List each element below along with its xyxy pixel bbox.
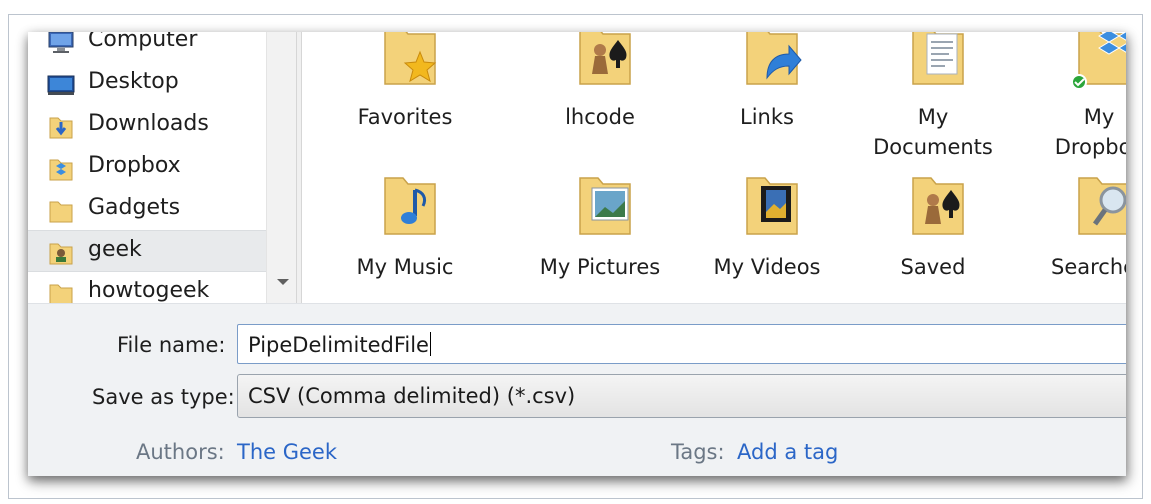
documents-folder-icon xyxy=(912,32,964,85)
save-panel: File name: PipeDelimitedFile Save as typ… xyxy=(28,303,1126,476)
links-folder-icon xyxy=(746,32,802,85)
saved-games-folder-icon xyxy=(912,177,964,235)
nav-item-label: Desktop xyxy=(88,69,179,94)
nav-item-howtogeek[interactable]: howtogeek xyxy=(28,272,266,303)
file-item-label-text: My Dropbox xyxy=(1054,105,1126,159)
scroll-down-arrow-icon[interactable] xyxy=(277,279,289,285)
nav-item-label: geek xyxy=(88,237,142,262)
file-view[interactable]: Favorites lhcode Links My Documents My D… xyxy=(302,32,1126,303)
nav-item-downloads[interactable]: Downloads xyxy=(28,105,266,147)
nav-item-label: howtogeek xyxy=(88,278,210,303)
user-folder-icon xyxy=(49,243,73,265)
file-name-input[interactable]: PipeDelimitedFile xyxy=(237,324,1126,364)
file-item-my-dropbox[interactable]: My Dropbox xyxy=(1024,32,1126,159)
file-name-label: File name: xyxy=(117,333,226,357)
file-item-label: Saved xyxy=(900,255,966,279)
file-item-links[interactable]: Links xyxy=(692,32,842,152)
file-name-value: PipeDelimitedFile xyxy=(248,332,431,357)
nav-item-label: Dropbox xyxy=(88,153,181,178)
file-item-label: My Music xyxy=(356,255,454,279)
downloads-folder-icon xyxy=(49,117,73,139)
file-item-label: Searches xyxy=(1050,255,1126,279)
save-as-dialog: Computer Desktop Downloads Dropbox Gadge… xyxy=(28,32,1126,476)
file-item-my-videos[interactable]: My Videos xyxy=(692,172,842,302)
nav-item-gadgets[interactable]: Gadgets xyxy=(28,189,266,231)
dropbox-folder-icon xyxy=(49,159,73,181)
text-caret xyxy=(429,332,431,356)
nav-item-label: Computer xyxy=(88,32,198,52)
dropbox-folder-icon xyxy=(1071,32,1126,90)
nav-item-label: Gadgets xyxy=(88,195,181,220)
file-item-label: My Dropbox xyxy=(1024,102,1126,162)
file-item-label: Favorites xyxy=(357,105,453,129)
file-item-my-music[interactable]: My Music xyxy=(330,172,480,302)
file-item-label: lhcode xyxy=(565,105,635,129)
pictures-folder-icon xyxy=(579,177,631,235)
computer-icon xyxy=(48,32,74,53)
authors-value-link[interactable]: The Geek xyxy=(237,440,337,464)
authors-label: Authors: xyxy=(136,440,225,464)
file-item-lhcode[interactable]: lhcode xyxy=(525,32,675,152)
videos-folder-icon xyxy=(746,177,798,235)
file-item-searches[interactable]: Searches xyxy=(1024,172,1126,302)
navigation-pane[interactable]: Computer Desktop Downloads Dropbox Gadge… xyxy=(28,32,296,303)
file-item-my-documents[interactable]: My Documents xyxy=(858,32,1008,159)
nav-item-computer[interactable]: Computer xyxy=(28,32,266,63)
file-item-label: Links xyxy=(740,105,794,129)
file-item-label: My Videos xyxy=(713,255,821,279)
saved-games-folder-icon xyxy=(579,32,631,85)
nav-item-geek[interactable]: geek xyxy=(28,230,266,272)
nav-item-desktop[interactable]: Desktop xyxy=(28,63,266,105)
folder-icon xyxy=(49,284,73,303)
favorites-folder-icon xyxy=(384,32,437,85)
nav-scrollbar[interactable] xyxy=(266,32,296,303)
file-name-text: PipeDelimitedFile xyxy=(248,333,429,357)
file-item-label: My Pictures xyxy=(539,255,661,279)
nav-item-dropbox[interactable]: Dropbox xyxy=(28,147,266,189)
add-tag-link[interactable]: Add a tag xyxy=(737,440,838,464)
tags-label: Tags: xyxy=(671,440,725,464)
save-as-type-value: CSV (Comma delimited) (*.csv) xyxy=(248,384,576,408)
save-as-type-label: Save as type: xyxy=(92,385,235,409)
file-item-label: My Documents xyxy=(858,102,1008,162)
save-as-type-select[interactable]: CSV (Comma delimited) (*.csv) xyxy=(237,374,1126,418)
file-item-saved[interactable]: Saved xyxy=(858,172,1008,302)
file-item-my-pictures[interactable]: My Pictures xyxy=(525,172,675,302)
searches-folder-icon xyxy=(1078,177,1126,235)
music-folder-icon xyxy=(384,177,436,235)
nav-item-label: Downloads xyxy=(88,111,209,136)
file-item-label-text: My Documents xyxy=(873,105,993,159)
desktop-icon xyxy=(47,75,75,95)
folder-icon xyxy=(49,201,73,223)
file-item-favorites[interactable]: Favorites xyxy=(330,32,480,152)
